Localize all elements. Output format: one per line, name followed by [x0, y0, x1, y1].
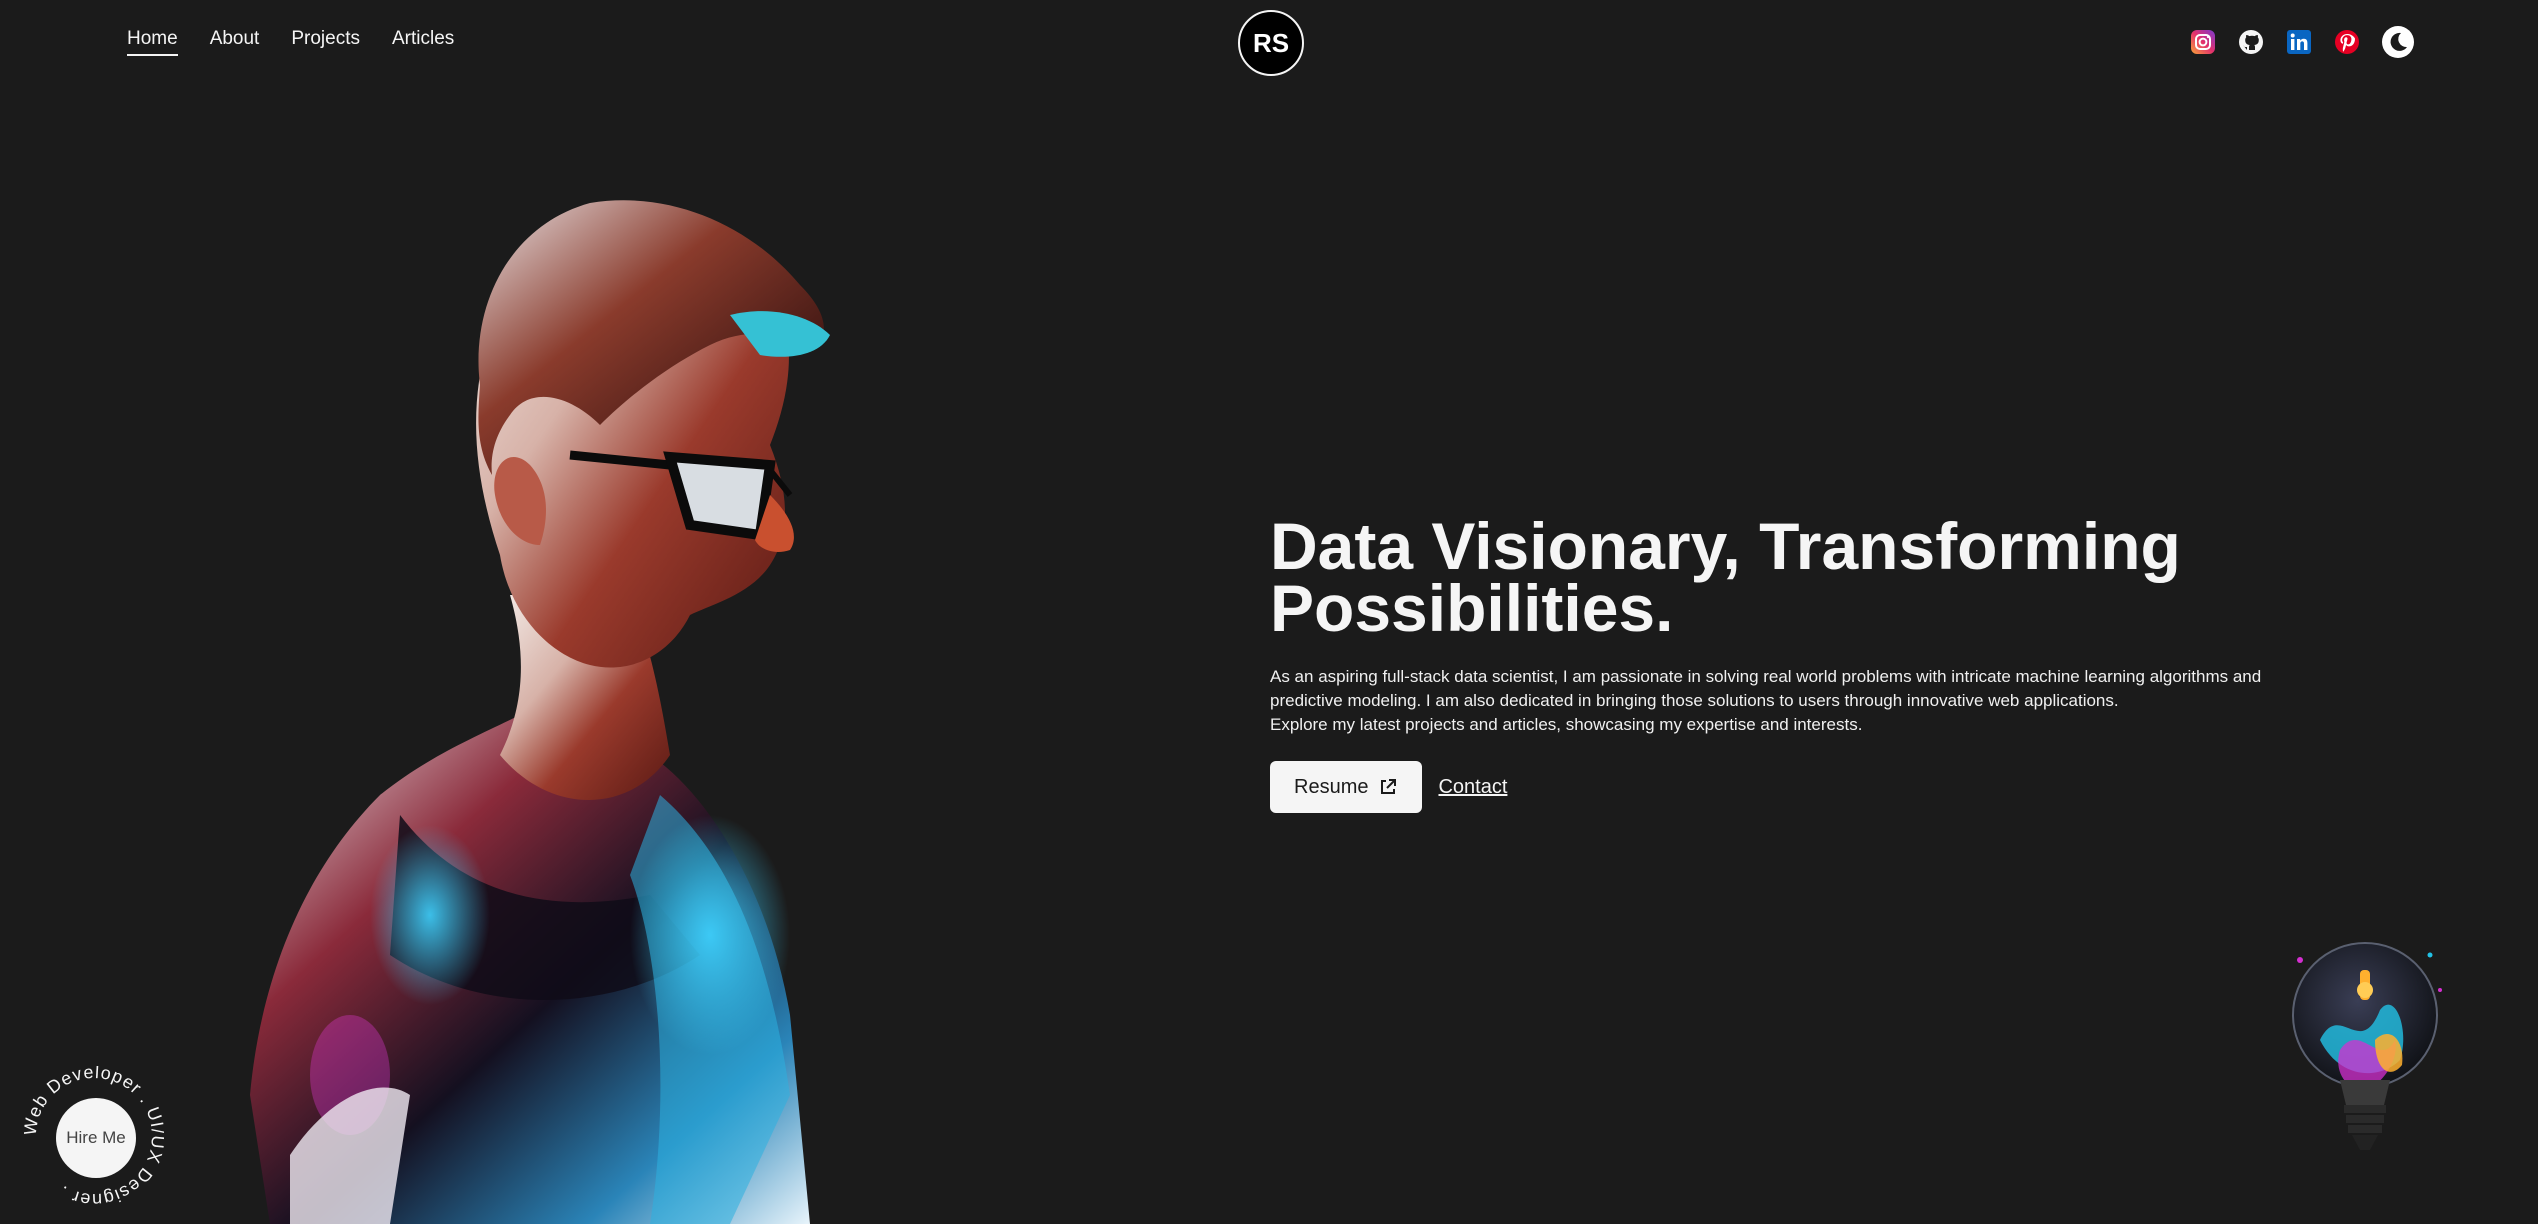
- logo[interactable]: RS: [1238, 10, 1304, 76]
- moon-icon[interactable]: [2382, 26, 2414, 58]
- nav-articles[interactable]: Articles: [392, 28, 454, 56]
- hero-description-line1: As an aspiring full-stack data scientist…: [1270, 667, 2262, 686]
- hire-me-button[interactable]: Hire Me: [56, 1098, 136, 1178]
- hero-description-line2: predictive modeling. I am also dedicated…: [1270, 691, 2119, 710]
- hero-section: Data Visionary, Transforming Possibiliti…: [1270, 513, 2400, 813]
- nav-about[interactable]: About: [210, 28, 260, 56]
- nav-projects[interactable]: Projects: [291, 28, 360, 56]
- instagram-icon[interactable]: [2190, 29, 2216, 55]
- github-icon[interactable]: [2238, 29, 2264, 55]
- resume-label: Resume: [1294, 775, 1369, 798]
- external-link-icon: [1381, 779, 1397, 794]
- main-nav: Home About Projects Articles: [127, 28, 454, 56]
- contact-link[interactable]: Contact: [1438, 776, 1507, 799]
- lightbulb-image: [2292, 942, 2442, 1150]
- hire-me-badge[interactable]: Web Developer . UI/UX Designer . Hire Me: [20, 1062, 168, 1210]
- hero-actions: Resume Contact: [1270, 761, 2400, 813]
- pinterest-icon[interactable]: [2334, 29, 2360, 55]
- nav-home[interactable]: Home: [127, 28, 178, 56]
- social-links: [2190, 26, 2414, 58]
- profile-portrait-image: [250, 200, 830, 1224]
- hero-title: Data Visionary, Transforming Possibiliti…: [1270, 513, 2400, 641]
- hero-description-line3: Explore my latest projects and articles,…: [1270, 715, 1863, 734]
- hero-title-line2: Possibilities.: [1270, 571, 1674, 645]
- hero-description: As an aspiring full-stack data scientist…: [1270, 665, 2400, 737]
- linkedin-icon[interactable]: [2286, 29, 2312, 55]
- resume-button[interactable]: Resume: [1270, 761, 1423, 813]
